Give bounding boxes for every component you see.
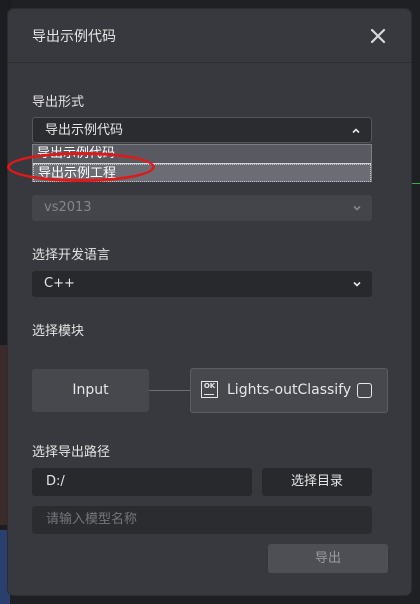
module-connector [149, 390, 190, 391]
model-name-input[interactable]: 请输入模型名称 [32, 506, 372, 534]
modules-label: 选择模块 [32, 324, 85, 339]
chevron-up-icon [352, 128, 360, 134]
export-format-value: 导出示例代码 [45, 123, 124, 138]
module-node-lights-out[interactable]: OK Lights-outClassify [190, 368, 388, 413]
module-node-input[interactable]: Input [32, 369, 149, 412]
language-value: C++ [44, 276, 75, 291]
export-format-label: 导出形式 [32, 95, 85, 110]
module-select-checkbox[interactable] [357, 383, 372, 398]
export-path-label: 选择导出路径 [32, 445, 111, 460]
dialog-title: 导出示例代码 [32, 29, 116, 45]
ide-version-value: vs2013 [44, 200, 92, 215]
chevron-down-icon [353, 281, 361, 287]
export-button[interactable]: 导出 [268, 544, 388, 573]
language-label: 选择开发语言 [32, 248, 111, 263]
ide-version-select[interactable]: vs2013 [32, 195, 372, 221]
module-lights-label: Lights-outClassify [227, 382, 352, 398]
ok-icon: OK [201, 381, 218, 398]
export-path-input[interactable]: D:/ [32, 468, 252, 496]
choose-directory-button[interactable]: 选择目录 [262, 468, 372, 496]
dialog-title-bar: 导出示例代码 [8, 9, 411, 63]
model-name-placeholder: 请输入模型名称 [46, 512, 138, 527]
annotation-red-oval [7, 152, 155, 182]
language-select[interactable]: C++ [32, 271, 372, 297]
export-dialog: 导出示例代码 导出形式 导出示例代码 导出示例代码 导出示例工程 vs2013 … [8, 9, 411, 595]
close-icon[interactable] [366, 24, 390, 48]
chevron-down-icon [353, 205, 361, 211]
export-format-select[interactable]: 导出示例代码 [32, 117, 372, 143]
